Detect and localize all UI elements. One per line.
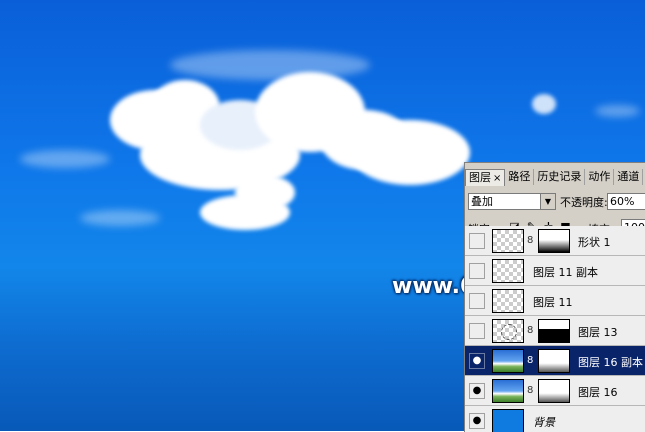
layer-name: 图层 11 副本 xyxy=(533,266,598,279)
visibility-toggle[interactable] xyxy=(469,233,485,249)
layer-name: 形状 1 xyxy=(578,236,611,249)
opacity-label: 不透明度: xyxy=(560,196,608,209)
tab-layers[interactable]: 图层 × xyxy=(465,169,506,186)
chevron-down-icon[interactable]: ▼ xyxy=(540,194,555,209)
cloud-wisp xyxy=(595,105,640,117)
visibility-toggle[interactable] xyxy=(469,263,485,279)
layer-name: 图层 11 xyxy=(533,296,573,309)
layer-row[interactable]: ● 8 图层 16 xyxy=(465,376,645,406)
layer-name: 图层 16 xyxy=(578,386,618,399)
ring-shape xyxy=(501,324,517,340)
link-icon: 8 xyxy=(527,355,534,366)
layer-thumbnail xyxy=(492,259,524,283)
layer-thumbnail xyxy=(492,319,524,343)
blend-mode-select[interactable]: 叠加 ▼ xyxy=(468,193,556,210)
panel-tabs: 图层 × 路径 历史记录 动作 通道 xyxy=(465,169,645,186)
layer-row-selected[interactable]: ● 8 图层 16 副本 xyxy=(465,346,645,376)
tab-paths[interactable]: 路径 xyxy=(505,169,535,185)
layers-panel[interactable]: 图层× 路径 历史记录 动作 通道 叠加 ▼ 不透明度: 60% 锁定: ◪ ✎… xyxy=(464,162,645,432)
cloud xyxy=(532,94,556,114)
cloud xyxy=(350,120,470,185)
cloud-wisp xyxy=(170,50,370,80)
layer-thumbnail xyxy=(492,289,524,313)
layer-row[interactable]: 图层 11 副本 xyxy=(465,256,645,286)
tab-history[interactable]: 历史记录 xyxy=(534,169,586,185)
layer-thumbnail xyxy=(492,229,524,253)
layer-row[interactable]: 8 图层 13 xyxy=(465,316,645,346)
layer-mask-thumbnail xyxy=(538,349,570,373)
tab-channels[interactable]: 通道 xyxy=(614,169,644,185)
layer-list[interactable]: 8 形状 1 图层 11 副本 图层 11 8 图层 13 ● 8 图层 16 … xyxy=(465,226,645,432)
link-icon: 8 xyxy=(527,385,534,396)
eye-icon[interactable]: ● xyxy=(469,413,485,429)
eye-icon[interactable]: ● xyxy=(469,383,485,399)
layer-row[interactable]: 图层 11 xyxy=(465,286,645,316)
layer-thumbnail xyxy=(492,409,524,432)
layer-mask-thumbnail xyxy=(538,229,570,253)
layer-name: 图层 13 xyxy=(578,326,618,339)
link-icon: 8 xyxy=(527,235,534,246)
layer-mask-thumbnail xyxy=(538,379,570,403)
layer-name: 背景 xyxy=(533,416,555,429)
blend-mode-value: 叠加 xyxy=(471,195,493,208)
layer-mask-thumbnail xyxy=(538,319,570,343)
tab-actions[interactable]: 动作 xyxy=(585,169,615,185)
cloud-wisp xyxy=(20,150,110,168)
layer-row[interactable]: ● 背景 xyxy=(465,406,645,432)
layer-thumbnail xyxy=(492,349,524,373)
opacity-input[interactable]: 60% xyxy=(607,193,645,210)
visibility-toggle[interactable] xyxy=(469,323,485,339)
layer-name: 图层 16 副本 xyxy=(578,356,643,369)
tab-layers-label: 图层 xyxy=(469,171,491,184)
layer-row[interactable]: 8 形状 1 xyxy=(465,226,645,256)
link-icon: 8 xyxy=(527,325,534,336)
blend-row: 叠加 ▼ 不透明度: 60% xyxy=(468,193,645,213)
layer-thumbnail xyxy=(492,379,524,403)
visibility-toggle[interactable] xyxy=(469,293,485,309)
cloud xyxy=(235,175,295,210)
cloud-wisp xyxy=(80,210,160,226)
close-icon[interactable]: × xyxy=(493,173,501,184)
eye-icon[interactable]: ● xyxy=(469,353,485,369)
